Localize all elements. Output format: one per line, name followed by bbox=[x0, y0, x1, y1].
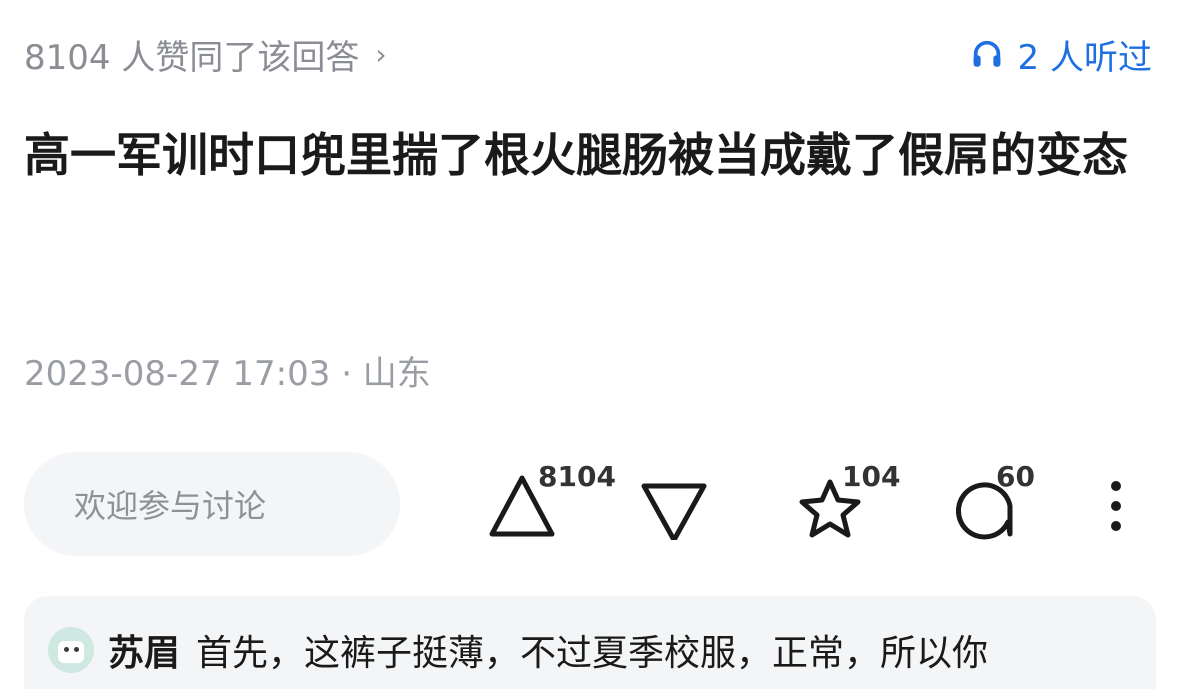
answer-meta: 2023-08-27 17:03 · 山东 bbox=[24, 354, 431, 394]
answer-header: 8104 人赞同了该回答 › 2 人听过 bbox=[24, 26, 1152, 82]
listened-count-button[interactable]: 2 人听过 bbox=[970, 30, 1152, 79]
answer-card: 8104 人赞同了该回答 › 2 人听过 高一军训时口兜里揣了根火腿肠被当成戴了… bbox=[0, 0, 1200, 689]
comment-author: 苏眉 bbox=[108, 633, 181, 674]
action-bar: 欢迎参与讨论 8104 104 60 bbox=[24, 452, 1164, 556]
top-comment-preview[interactable]: 苏眉 首先，这裤子挺薄，不过夏季校服，正常，所以你 bbox=[24, 596, 1156, 689]
commenter-avatar bbox=[48, 627, 94, 673]
likes-summary-link[interactable]: 8104 人赞同了该回答 › bbox=[24, 30, 387, 79]
headphones-icon bbox=[973, 40, 1001, 67]
chevron-right-icon: › bbox=[375, 37, 387, 71]
favorite-button[interactable]: 104 bbox=[794, 460, 900, 544]
avatar-eye-right bbox=[74, 647, 79, 652]
comment-line: 苏眉 首先，这裤子挺薄，不过夏季校服，正常，所以你 bbox=[48, 624, 988, 676]
avatar-face-shape bbox=[58, 641, 84, 663]
upvote-count: 8104 bbox=[538, 460, 616, 493]
likes-summary-text: 8104 人赞同了该回答 bbox=[24, 37, 360, 78]
comment-count: 60 bbox=[996, 460, 1035, 493]
favorite-count: 104 bbox=[842, 460, 901, 493]
comment-input[interactable]: 欢迎参与讨论 bbox=[24, 452, 400, 556]
listened-count-text: 2 人听过 bbox=[1017, 37, 1152, 78]
question-title[interactable]: 高一军训时口兜里揣了根火腿肠被当成戴了假屌的变态 bbox=[24, 118, 1164, 192]
upvote-button[interactable]: 8104 bbox=[486, 460, 616, 544]
more-options-button[interactable] bbox=[1102, 460, 1130, 544]
more-vertical-icon bbox=[1111, 481, 1121, 531]
comments-button[interactable]: 60 bbox=[950, 460, 1035, 544]
downvote-triangle-icon bbox=[641, 483, 707, 543]
avatar-eye-left bbox=[64, 647, 69, 652]
downvote-button[interactable] bbox=[638, 460, 710, 544]
comment-text: 首先，这裤子挺薄，不过夏季校服，正常，所以你 bbox=[196, 633, 989, 674]
